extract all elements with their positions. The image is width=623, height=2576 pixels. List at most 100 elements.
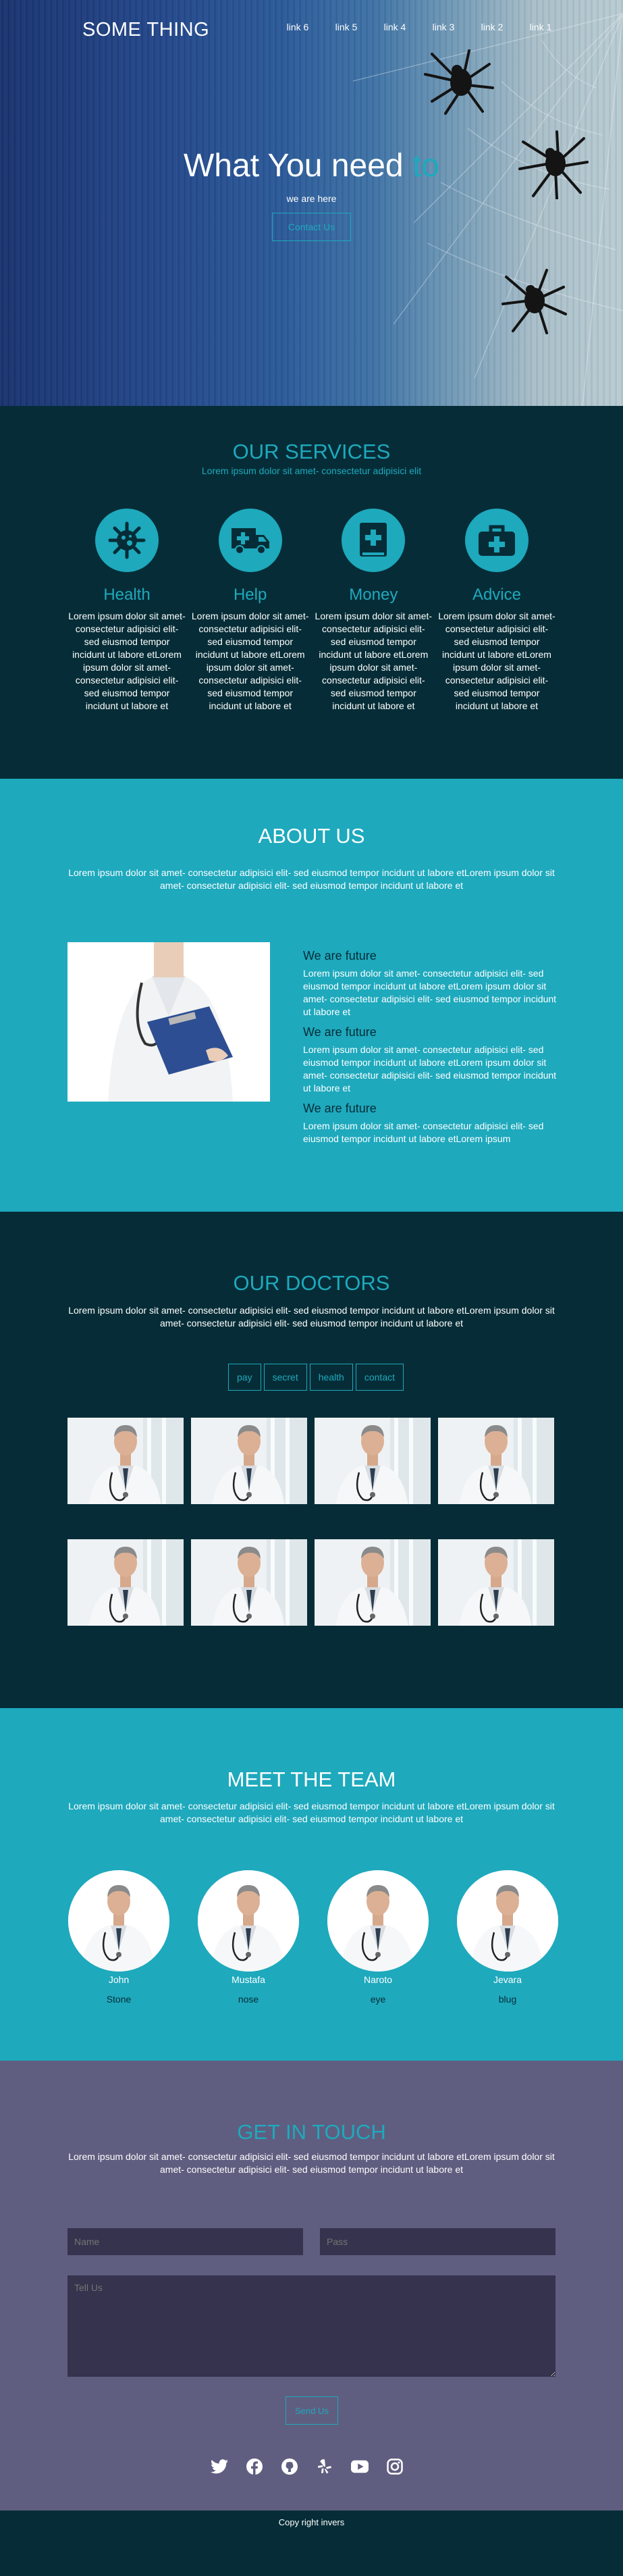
team-member-role: nose [238,1994,259,2005]
service-card-money: Money Lorem ipsum dolor sit amet- consec… [314,509,433,713]
contact-us-button[interactable]: Contact Us [272,213,351,241]
pass-input[interactable] [320,2228,556,2255]
doctor-photo[interactable] [315,1539,431,1626]
nav-link-5[interactable]: link 5 [322,22,371,32]
about-heading: We are future [303,1102,377,1115]
team-member-role: Stone [106,1994,132,2005]
team-title: MEET THE TEAM [227,1768,396,1791]
services-lead: Lorem ipsum dolor sit amet- consectetur … [201,465,422,476]
service-text: Lorem ipsum dolor sit amet- consectetur … [68,611,186,711]
youtube-icon[interactable] [351,2458,369,2475]
spider-icon [424,49,494,115]
social-links [211,2458,404,2475]
team-member-card: John Stone [67,1870,170,2005]
copyright-text: Copy right invers [278,2517,345,2527]
hero-title-main: What You need [184,148,404,184]
yelp-icon[interactable] [316,2458,333,2475]
team-section: MEET THE TEAM Lorem ipsum dolor sit amet… [0,1708,623,2061]
services-title: OUR SERVICES [232,440,391,463]
doctor-filters: pay secret health contact [228,1364,404,1391]
team-member-avatar [68,1870,169,1972]
instagram-icon[interactable] [386,2458,404,2475]
nav-link-3[interactable]: link 3 [419,22,468,32]
contact-section: GET IN TOUCH Lorem ipsum dolor sit amet-… [0,2061,623,2510]
first-aid-kit-icon [464,509,529,572]
doctors-lead: Lorem ipsum dolor sit amet- consectetur … [68,1305,555,1329]
hero-subtitle: we are here [286,193,337,204]
team-member-avatar [198,1870,299,1972]
nav-link-4[interactable]: link 4 [371,22,419,32]
services-section: OUR SERVICES Lorem ipsum dolor sit amet-… [0,406,623,779]
hero-section: SOME THING link 6 link 5 link 4 link 3 l… [0,0,623,406]
filter-contact-button[interactable]: contact [355,1364,404,1391]
page: SOME THING link 6 link 5 link 4 link 3 l… [0,0,623,2576]
virus-icon [95,509,159,572]
service-text: Lorem ipsum dolor sit amet- consectetur … [438,611,556,711]
site-logo[interactable]: SOME THING [82,19,209,41]
filter-health-button[interactable]: health [309,1364,353,1391]
service-card-health: Health Lorem ipsum dolor sit amet- conse… [67,509,186,713]
doctor-photo[interactable] [67,1539,184,1626]
filter-secret-button[interactable]: secret [263,1364,307,1391]
doctor-gallery [67,1418,556,1626]
team-member-role: eye [370,1994,386,2005]
team-members: John Stone Mustafa nose Naroto eye Jevar… [67,1870,559,2005]
team-member-card: Jevara blug [456,1870,559,2005]
service-text: Lorem ipsum dolor sit amet- consectetur … [315,611,433,711]
contact-title: GET IN TOUCH [237,2120,386,2144]
service-title: Help [233,586,267,604]
service-card-help: Help Lorem ipsum dolor sit amet- consect… [191,509,310,713]
message-textarea[interactable] [67,2275,556,2377]
medical-book-icon [342,509,406,572]
doctor-photo[interactable] [191,1418,307,1504]
about-text: Lorem ipsum dolor sit amet- consectetur … [303,1120,544,1144]
team-member-card: Mustafa nose [197,1870,300,2005]
nav-link-6[interactable]: link 6 [273,22,322,32]
nav-link-1[interactable]: link 1 [516,22,565,32]
team-member-avatar [457,1870,558,1972]
doctor-photo[interactable] [438,1418,554,1504]
filter-pay-button[interactable]: pay [228,1364,261,1391]
team-member-name: Jevara [493,1974,522,1985]
services-grid: Health Lorem ipsum dolor sit amet- conse… [67,509,556,713]
nav-link-2[interactable]: link 2 [468,22,516,32]
doctor-photo[interactable] [438,1539,554,1626]
about-lead: Lorem ipsum dolor sit amet- consectetur … [68,867,555,891]
service-card-advice: Advice Lorem ipsum dolor sit amet- conse… [437,509,556,713]
service-title: Money [349,586,398,604]
about-text: Lorem ipsum dolor sit amet- consectetur … [303,1044,557,1093]
facebook-icon[interactable] [246,2458,263,2475]
doctor-with-clipboard-image [67,942,270,1102]
hero-title: What You need to [0,147,623,184]
team-lead: Lorem ipsum dolor sit amet- consectetur … [68,1801,555,1824]
contact-lead: Lorem ipsum dolor sit amet- consectetur … [68,2151,555,2175]
doctors-section: OUR DOCTORS Lorem ipsum dolor sit amet- … [0,1212,623,1708]
footer: Copy right invers [0,2510,623,2576]
main-nav: link 6 link 5 link 4 link 3 link 2 link … [273,22,565,32]
spider-icon [502,269,567,334]
team-member-name: Naroto [363,1974,393,1985]
hero-title-accent: to [412,148,439,184]
doctor-photo[interactable] [191,1539,307,1626]
team-member-role: blug [498,1994,517,2005]
about-info: We are future Lorem ipsum dolor sit amet… [303,949,558,1152]
name-input[interactable] [67,2228,303,2255]
github-icon[interactable] [281,2458,298,2475]
team-member-name: Mustafa [232,1974,265,1985]
doctors-title: OUR DOCTORS [233,1271,390,1295]
ambulance-icon [218,509,282,572]
team-member-name: John [108,1974,130,1985]
service-title: Advice [472,586,521,604]
doctor-photo[interactable] [315,1418,431,1504]
service-text: Lorem ipsum dolor sit amet- consectetur … [191,611,309,711]
about-section: ABOUT US Lorem ipsum dolor sit amet- con… [0,779,623,1212]
doctor-photo[interactable] [67,1418,184,1504]
about-heading: We are future [303,1025,377,1039]
team-member-card: Naroto eye [327,1870,429,2005]
about-text: Lorem ipsum dolor sit amet- consectetur … [303,968,557,1017]
twitter-icon[interactable] [211,2458,228,2475]
send-us-button[interactable]: Send Us [286,2396,338,2425]
service-title: Health [103,586,151,604]
team-member-avatar [327,1870,429,1972]
about-heading: We are future [303,949,377,962]
